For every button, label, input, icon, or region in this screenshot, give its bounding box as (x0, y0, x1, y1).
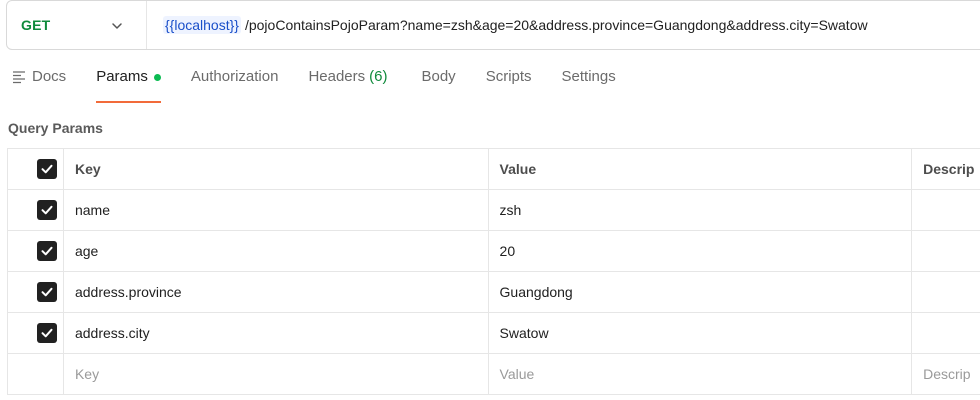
param-key[interactable]: age (64, 231, 489, 271)
table-row: address.province Guangdong (8, 272, 980, 313)
row-check-cell (8, 190, 64, 230)
param-description[interactable] (912, 313, 980, 353)
tab-authorization-label: Authorization (190, 68, 279, 85)
param-value[interactable]: Swatow (489, 313, 913, 353)
table-row: name zsh (8, 190, 980, 231)
query-params-table: Key Value Descrip name zsh age 20 addres… (7, 148, 980, 395)
row-check-cell-empty (8, 354, 64, 394)
select-all-cell (8, 149, 64, 189)
tab-headers-label: Headers (308, 68, 366, 85)
param-key[interactable]: address.province (64, 272, 489, 312)
tab-body-label: Body (421, 68, 456, 85)
params-active-dot (153, 74, 161, 81)
tab-scripts-label: Scripts (485, 68, 532, 85)
url-input[interactable]: {{localhost}} /pojoContainsPojoParam?nam… (147, 16, 868, 34)
row-check-cell (8, 272, 64, 312)
tab-settings-label: Settings (561, 68, 616, 85)
docs-lines-icon (13, 71, 25, 84)
tab-authorization[interactable]: Authorization (191, 68, 279, 98)
param-value[interactable]: zsh (489, 190, 913, 230)
table-row: age 20 (8, 231, 980, 272)
table-row: address.city Swatow (8, 313, 980, 354)
tab-scripts[interactable]: Scripts (486, 68, 532, 98)
check-icon (41, 205, 53, 215)
request-tabs: Docs Params Authorization Headers (6) Bo… (12, 68, 616, 104)
select-all-checkbox[interactable] (37, 159, 57, 179)
row-checkbox[interactable] (37, 200, 57, 220)
param-description[interactable] (912, 190, 980, 230)
row-check-cell (8, 231, 64, 271)
tab-headers[interactable]: Headers (6) (308, 68, 387, 98)
chevron-down-icon (112, 23, 122, 29)
table-row-new: Key Value Descrip (8, 354, 980, 395)
param-key[interactable]: address.city (64, 313, 489, 353)
tab-params-label: Params (96, 68, 148, 85)
column-header-description: Descrip (923, 161, 975, 177)
tab-body[interactable]: Body (421, 68, 455, 98)
check-icon (41, 246, 53, 256)
param-value[interactable]: 20 (489, 231, 913, 271)
column-header-key: Key (64, 149, 489, 189)
row-check-cell (8, 313, 64, 353)
request-url-bar: GET {{localhost}} /pojoContainsPojoParam… (6, 0, 980, 50)
url-variable[interactable]: {{localhost}} (163, 16, 241, 34)
tab-params[interactable]: Params (96, 68, 161, 103)
param-value[interactable]: Guangdong (489, 272, 913, 312)
query-params-title: Query Params (8, 120, 103, 136)
table-header-row: Key Value Descrip (8, 149, 980, 190)
row-checkbox[interactable] (37, 282, 57, 302)
param-key[interactable]: name (64, 190, 489, 230)
tab-docs-label: Docs (32, 68, 67, 85)
new-param-description-input[interactable]: Descrip (912, 354, 980, 394)
column-header-value: Value (489, 149, 913, 189)
check-icon (41, 164, 53, 174)
url-path: /pojoContainsPojoParam?name=zsh&age=20&a… (244, 17, 868, 33)
check-icon (41, 287, 53, 297)
row-checkbox[interactable] (37, 241, 57, 261)
method-label: GET (21, 17, 51, 33)
check-icon (41, 328, 53, 338)
tab-settings[interactable]: Settings (562, 68, 616, 98)
new-param-value-input[interactable]: Value (489, 354, 913, 394)
new-param-key-input[interactable]: Key (64, 354, 489, 394)
param-description[interactable] (912, 272, 980, 312)
tab-docs[interactable]: Docs (12, 68, 66, 98)
param-description[interactable] (912, 231, 980, 271)
method-selector[interactable]: GET (7, 1, 147, 49)
headers-count: (6) (369, 68, 388, 85)
row-checkbox[interactable] (37, 323, 57, 343)
